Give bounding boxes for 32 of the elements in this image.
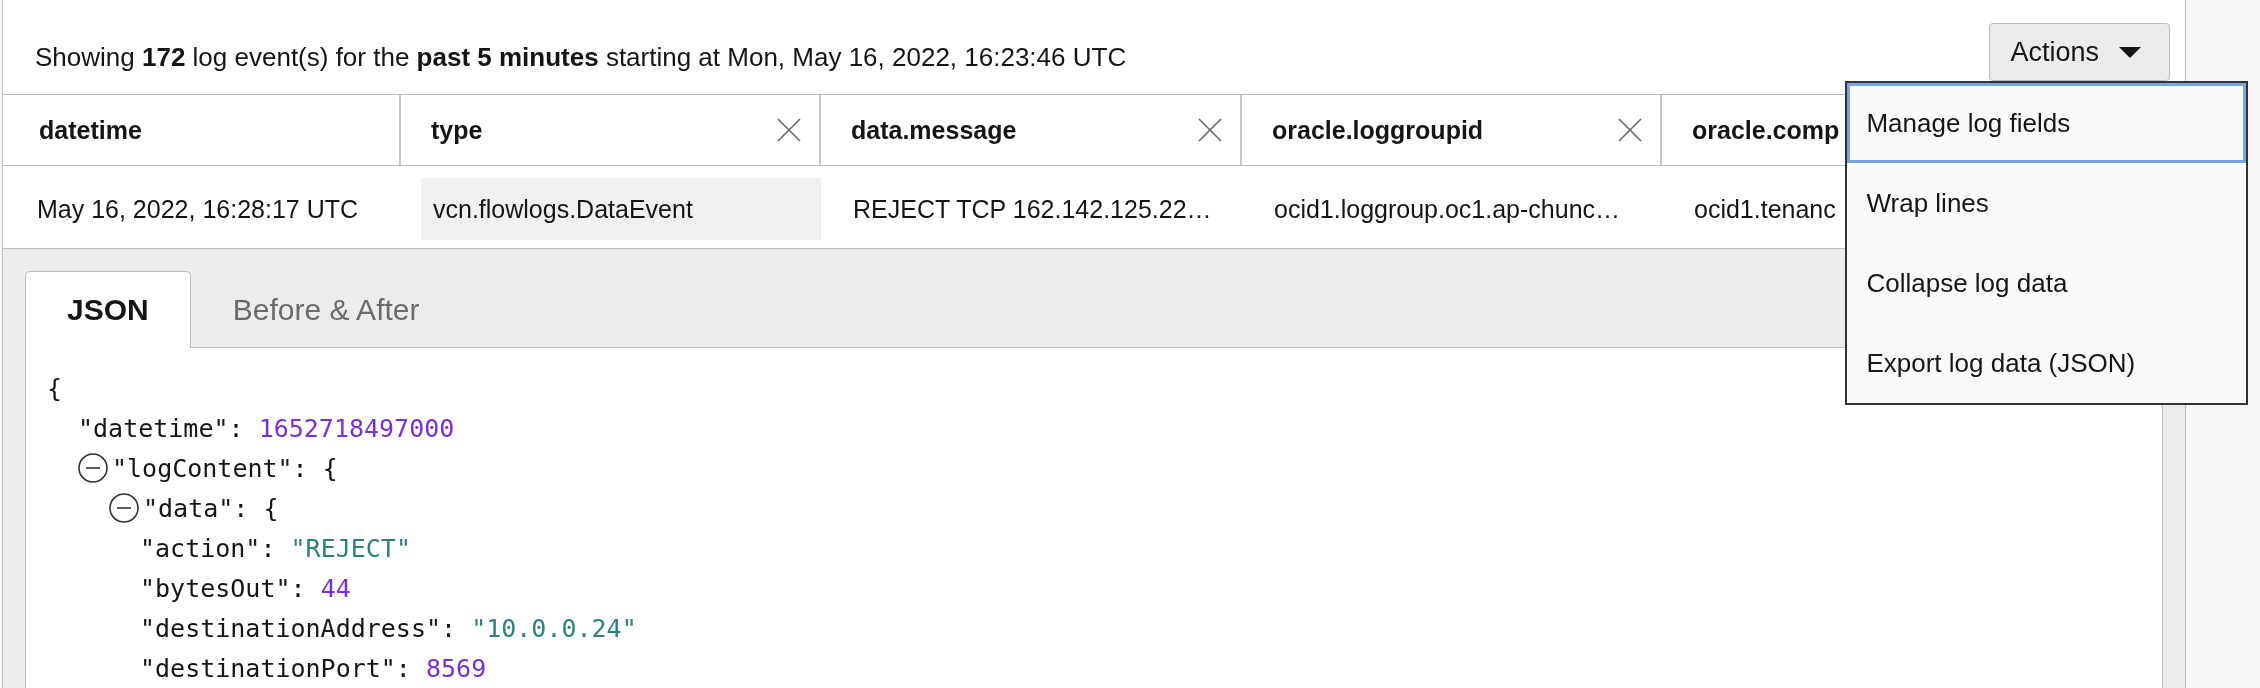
close-icon[interactable]	[1198, 118, 1222, 142]
json-line: "data": {	[143, 493, 279, 523]
json-line: "datetime": 1652718497000	[78, 413, 455, 443]
close-icon[interactable]	[1618, 118, 1642, 142]
column-header: oracle.comp	[1692, 115, 1840, 145]
menu-item[interactable]: Wrap lines	[1847, 163, 2247, 243]
tab[interactable]: Before & After	[190, 271, 462, 348]
table-cell-text: May 16, 2022, 16:28:17 UTC	[36, 193, 360, 225]
table-cell-text: REJECT TCP 162.142.125.22…	[852, 193, 1213, 225]
column-header: oracle.loggroupid	[1272, 115, 1484, 145]
json-line: "logContent": {	[112, 453, 338, 483]
summary-text: Showing 172 log event(s) for the past 5 minutes starting at Mon, May 16, 2022, 16:23:46 UTC	[35, 41, 1127, 74]
table-cell-text: ocid1.tenanc	[1693, 193, 1837, 225]
table-cell: vcn.flowlogs.DataEvent	[421, 178, 821, 240]
close-icon[interactable]	[777, 118, 801, 142]
menu-item[interactable]: Export log data (JSON)	[1847, 323, 2247, 403]
column-header: datetime	[39, 115, 142, 145]
table-cell-text: ocid1.loggroup.oc1.ap-chunc…	[1273, 193, 1622, 225]
actions-button[interactable]: Actions	[1989, 23, 2170, 81]
json-line: "action": "REJECT"	[140, 533, 411, 563]
menu-item[interactable]: Collapse log data	[1847, 243, 2247, 323]
minus-circle-icon[interactable]	[78, 453, 108, 483]
menu-item[interactable]: Manage log fields	[1847, 83, 2247, 163]
column-header: type	[431, 115, 483, 145]
json-line: "destinationPort": 8569	[140, 653, 487, 683]
caret-icon	[2119, 46, 2141, 58]
json-line: "destinationAddress": "10.0.0.24"	[140, 613, 637, 643]
tab[interactable]: JSON	[25, 271, 191, 348]
json-line: "bytesOut": 44	[140, 573, 351, 603]
json-line: {	[47, 373, 63, 403]
minus-circle-icon[interactable]	[109, 493, 139, 523]
column-header: data.message	[851, 115, 1017, 145]
